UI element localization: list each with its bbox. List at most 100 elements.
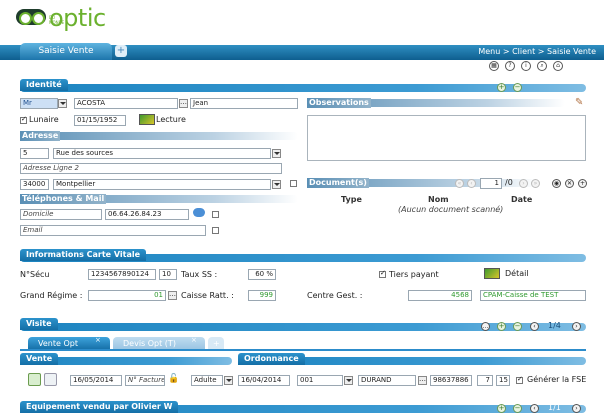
- medecin-lookup-button[interactable]: …: [418, 376, 427, 385]
- documents-page-input[interactable]: 1: [480, 178, 502, 189]
- help-icon[interactable]: ?: [505, 61, 515, 71]
- info-icon[interactable]: i: [521, 61, 531, 71]
- nsecu-input[interactable]: 1234567890124: [88, 269, 156, 280]
- tel-input[interactable]: 06.64.26.84.23: [105, 209, 189, 220]
- add-visite-tab-label: +: [213, 339, 220, 348]
- cpam-input[interactable]: CPAM-Caisse de TEST: [480, 290, 586, 301]
- email-input[interactable]: Email: [20, 225, 206, 236]
- delete-document-icon[interactable]: ✕: [565, 179, 574, 188]
- cp-input[interactable]: 34000: [20, 179, 49, 190]
- add-document-icon[interactable]: +: [578, 179, 587, 188]
- tiers-payant-checkbox[interactable]: [379, 269, 386, 278]
- add-tab-button[interactable]: +: [115, 45, 127, 57]
- client-type-dropdown-icon[interactable]: [224, 376, 233, 385]
- cle-input[interactable]: 10: [159, 269, 177, 280]
- ordonnance-date-input[interactable]: 16/04/2014: [238, 375, 290, 386]
- lecture-label: Lecture: [156, 115, 186, 124]
- ordonnance-num-input[interactable]: 98637886: [430, 375, 472, 386]
- tel-checkbox[interactable]: [212, 211, 219, 218]
- visite-tab-underline: [20, 349, 586, 351]
- code-dropdown-icon[interactable]: [344, 376, 353, 385]
- col-type: Type: [341, 195, 362, 204]
- ville-dropdown-icon[interactable]: [272, 180, 281, 189]
- add-visite-icon[interactable]: +: [497, 322, 506, 331]
- equipement-next-icon[interactable]: ›: [572, 404, 581, 413]
- calendar-icon[interactable]: ▦: [489, 61, 499, 71]
- facture-input[interactable]: N° Facture: [125, 375, 165, 386]
- last-page-icon[interactable]: »: [531, 179, 540, 188]
- toolbar-icons: ▦? i ⌕ ⌂: [489, 60, 569, 71]
- ordonnance-v1-input[interactable]: 7: [477, 375, 493, 386]
- remove-icon[interactable]: −: [513, 83, 522, 92]
- col-date: Date: [511, 195, 533, 204]
- documents-title: Document(s): [307, 178, 369, 188]
- regime-lookup-button[interactable]: …: [168, 291, 177, 300]
- taux-input[interactable]: 60 %: [248, 269, 276, 280]
- vitale-card-icon[interactable]: [139, 114, 155, 125]
- tab-vente-opt-label: Vente Opt: [38, 339, 78, 348]
- email-checkbox[interactable]: [212, 227, 219, 234]
- remove-visite-icon[interactable]: −: [513, 322, 522, 331]
- caisse-label: Caisse Ratt. :: [181, 291, 234, 300]
- adresse-ligne2-input[interactable]: Adresse Ligne 2: [20, 163, 282, 174]
- equipement-prev-icon[interactable]: ‹: [530, 404, 539, 413]
- nom-input[interactable]: ACOSTA: [74, 98, 178, 109]
- breadcrumb: Menu > Client > Saisie Vente: [478, 47, 596, 56]
- ordonnance-v2-input[interactable]: 15: [496, 375, 510, 386]
- tab-devis-close-icon[interactable]: ×: [191, 336, 197, 344]
- sms-icon[interactable]: [193, 208, 205, 217]
- lock-icon[interactable]: 🔓: [168, 374, 179, 384]
- lunaire-checkbox[interactable]: [20, 115, 27, 124]
- prev-page-icon[interactable]: ‹: [467, 179, 476, 188]
- nsecu-label: N°Sécu: [20, 270, 50, 279]
- civilite-dropdown-icon[interactable]: [58, 99, 67, 108]
- add-icon[interactable]: +: [497, 83, 506, 92]
- ordonnance-title: Ordonnance: [238, 353, 305, 365]
- numero-input[interactable]: 5: [20, 148, 49, 159]
- detail-card-icon[interactable]: [484, 268, 500, 279]
- eraser-icon[interactable]: ✎: [575, 97, 583, 108]
- fse-checkbox[interactable]: [516, 375, 523, 384]
- add-equipement-icon[interactable]: +: [497, 404, 506, 413]
- visite-next-icon[interactable]: ›: [572, 322, 581, 331]
- centre-input[interactable]: 4568: [408, 290, 472, 301]
- regime-input[interactable]: 01: [88, 290, 166, 301]
- phone-icon[interactable]: [44, 373, 57, 386]
- remove-equipement-icon[interactable]: −: [513, 404, 522, 413]
- transfer-icon[interactable]: [28, 373, 41, 386]
- vente-date-input[interactable]: 16/05/2014: [70, 375, 122, 386]
- documents-empty-text: (Aucun document scanné): [398, 205, 504, 214]
- nom-lookup-button[interactable]: …: [179, 99, 188, 108]
- client-type-select[interactable]: Adulte: [191, 375, 223, 386]
- rue-dropdown-icon[interactable]: [272, 149, 281, 158]
- logo-text: optic: [49, 4, 106, 32]
- col-nom: Nom: [428, 195, 449, 204]
- taux-label: Taux SS :: [181, 270, 218, 279]
- tab-vente-close-icon[interactable]: ×: [95, 336, 101, 344]
- rue-input[interactable]: Rue des sources: [53, 148, 271, 159]
- adresse-bar: [20, 132, 298, 140]
- tel-type-input[interactable]: Domicile: [20, 209, 102, 220]
- visite-prev-icon[interactable]: ‹: [530, 322, 539, 331]
- adresse-checkbox[interactable]: [290, 180, 297, 187]
- visite-title: Visite: [20, 318, 58, 330]
- tab-saisie-vente[interactable]: Saisie Vente: [20, 43, 112, 60]
- caisse-input[interactable]: 999: [248, 290, 276, 301]
- first-page-icon[interactable]: «: [455, 179, 464, 188]
- vente-title: Vente: [20, 353, 59, 365]
- ordonnance-code-input[interactable]: 001: [297, 375, 343, 386]
- home-icon[interactable]: ⌂: [553, 61, 563, 71]
- prenom-input[interactable]: Jean: [190, 98, 298, 109]
- glasses-logo-icon: [16, 9, 46, 25]
- visite-page: 1/4: [548, 321, 561, 330]
- medecin-input[interactable]: DURAND: [358, 375, 416, 386]
- scan-icon[interactable]: ◉: [552, 179, 561, 188]
- observations-textarea[interactable]: [307, 115, 586, 161]
- next-page-icon[interactable]: ›: [519, 179, 528, 188]
- search-icon[interactable]: ⌕: [537, 61, 547, 71]
- date-naissance-input[interactable]: 01/15/1952: [74, 115, 126, 126]
- civilite-select[interactable]: Mr: [20, 98, 58, 109]
- ville-input[interactable]: Montpellier: [53, 179, 271, 190]
- detail-label[interactable]: Détail: [505, 269, 529, 278]
- more-options-icon[interactable]: …: [481, 322, 490, 331]
